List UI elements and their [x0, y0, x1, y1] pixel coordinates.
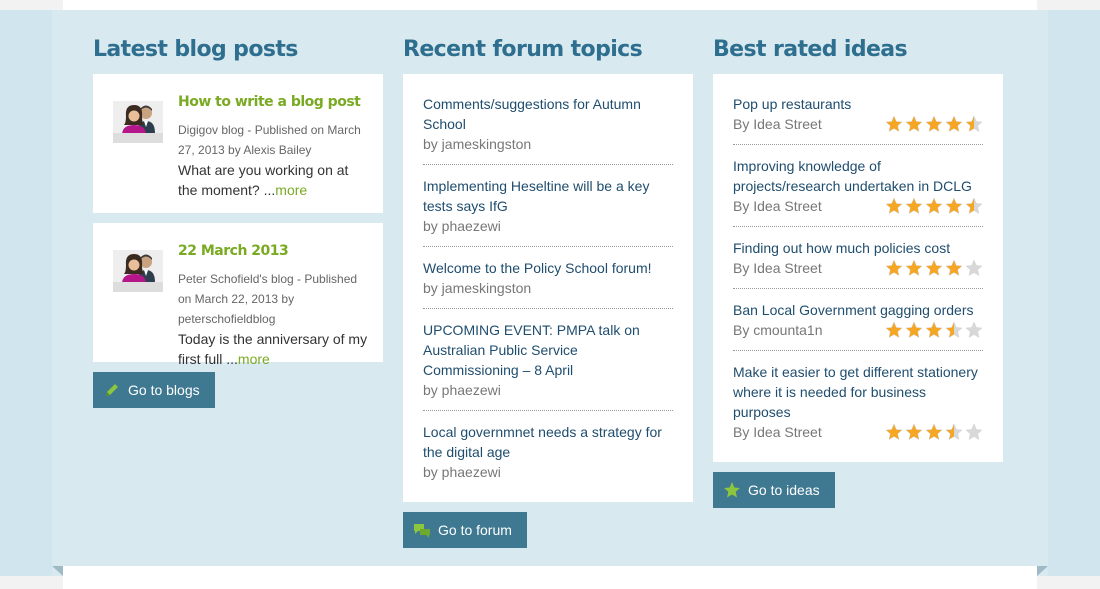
- forum-topics-list: Comments/suggestions for Autumn School b…: [403, 74, 693, 502]
- forum-topic-author: by phaezewi: [423, 382, 501, 398]
- blog-post-title-link[interactable]: How to write a blog post: [178, 92, 370, 112]
- band-fold-right: [1037, 566, 1048, 576]
- idea-item: Make it easier to get different statione…: [733, 362, 983, 452]
- star-half-icon: [945, 423, 963, 440]
- idea-author: By Idea Street: [733, 424, 822, 440]
- forum-topic-item: Local governmnet needs a strategy for th…: [423, 422, 673, 492]
- blog-post-title-link[interactable]: 22 March 2013: [178, 241, 370, 261]
- star-half-icon: [945, 321, 963, 338]
- star-full-icon: [905, 259, 923, 276]
- page-bottom-strip: [63, 566, 1037, 589]
- idea-item: Finding out how much policies cost By Id…: [733, 238, 983, 289]
- forum-heading: Recent forum topics: [403, 37, 643, 62]
- forum-topic-author: by phaezewi: [423, 218, 501, 234]
- go-to-blogs-button[interactable]: Go to blogs: [93, 372, 215, 408]
- band-edge-left: [0, 10, 52, 576]
- star-full-icon: [905, 197, 923, 214]
- forum-topic-item: Welcome to the Policy School forum! by j…: [423, 258, 673, 309]
- forum-topic-item: Implementing Heseltine will be a key tes…: [423, 176, 673, 247]
- star-full-icon: [925, 197, 943, 214]
- blogs-column: Latest blog posts How to write a blog po…: [93, 36, 383, 408]
- forum-topic-link[interactable]: Local governmnet needs a strategy for th…: [423, 422, 673, 462]
- star-full-icon: [885, 259, 903, 276]
- star-half-icon: [965, 197, 983, 214]
- go-to-blogs-label: Go to blogs: [128, 382, 200, 398]
- star-empty-icon: [965, 259, 983, 276]
- speech-bubbles-icon: [413, 521, 431, 539]
- page-top-strip: [63, 0, 1037, 10]
- star-rating: [885, 321, 983, 339]
- blog-post-meta: Digigov blog - Published on March 27, 20…: [178, 123, 361, 157]
- star-full-icon: [905, 115, 923, 132]
- star-full-icon: [925, 423, 943, 440]
- go-to-forum-label: Go to forum: [438, 522, 512, 538]
- users-avatar-icon: [113, 101, 163, 143]
- read-more-link[interactable]: more: [238, 351, 270, 367]
- idea-link[interactable]: Make it easier to get different statione…: [733, 362, 983, 422]
- forum-topic-item: Comments/suggestions for Autumn School b…: [423, 94, 673, 165]
- idea-item: Pop up restaurants By Idea Street: [733, 94, 983, 145]
- go-to-ideas-button[interactable]: Go to ideas: [713, 472, 835, 508]
- star-full-icon: [905, 321, 923, 338]
- blog-post-excerpt: Today is the anniversary of my first ful…: [178, 329, 370, 369]
- star-full-icon: [945, 259, 963, 276]
- blog-post-meta: Peter Schofield's blog - Published on Ma…: [178, 272, 358, 326]
- forum-topic-link[interactable]: Implementing Heseltine will be a key tes…: [423, 176, 673, 216]
- forum-topic-link[interactable]: UPCOMING EVENT: PMPA talk on Australian …: [423, 320, 673, 380]
- idea-author: By cmounta1n: [733, 322, 823, 338]
- forum-topic-link[interactable]: Comments/suggestions for Autumn School: [423, 94, 673, 134]
- idea-item: Improving knowledge of projects/research…: [733, 156, 983, 227]
- idea-link[interactable]: Ban Local Government gagging orders: [733, 300, 983, 320]
- forum-column: Recent forum topics Comments/suggestions…: [403, 36, 693, 548]
- users-avatar-icon: [113, 250, 163, 292]
- ideas-heading: Best rated ideas: [713, 37, 908, 62]
- read-more-link[interactable]: more: [275, 182, 307, 198]
- star-half-icon: [965, 115, 983, 132]
- ideas-column: Best rated ideas Pop up restaurants By I…: [713, 36, 1003, 508]
- idea-author: By Idea Street: [733, 260, 822, 276]
- idea-item: Ban Local Government gagging orders By c…: [733, 300, 983, 351]
- star-full-icon: [945, 197, 963, 214]
- idea-link[interactable]: Improving knowledge of projects/research…: [733, 156, 983, 196]
- star-rating: [885, 423, 983, 441]
- star-full-icon: [885, 321, 903, 338]
- forum-topic-author: by phaezewi: [423, 464, 501, 480]
- band-edge-right: [1048, 10, 1100, 576]
- star-icon: [723, 481, 741, 499]
- star-empty-icon: [965, 321, 983, 338]
- star-empty-icon: [965, 423, 983, 440]
- blog-post-card: How to write a blog post Digigov blog - …: [93, 74, 383, 213]
- star-full-icon: [885, 197, 903, 214]
- idea-author: By Idea Street: [733, 116, 822, 132]
- go-to-ideas-label: Go to ideas: [748, 482, 820, 498]
- star-full-icon: [885, 115, 903, 132]
- go-to-forum-button[interactable]: Go to forum: [403, 512, 527, 548]
- star-full-icon: [885, 423, 903, 440]
- star-full-icon: [945, 115, 963, 132]
- forum-topic-item: UPCOMING EVENT: PMPA talk on Australian …: [423, 320, 673, 411]
- star-full-icon: [925, 259, 943, 276]
- idea-author: By Idea Street: [733, 198, 822, 214]
- blog-post-excerpt-text: Today is the anniversary of my first ful…: [178, 331, 368, 367]
- star-full-icon: [925, 321, 943, 338]
- star-full-icon: [925, 115, 943, 132]
- forum-topic-author: by jameskingston: [423, 280, 532, 296]
- star-rating: [885, 197, 983, 215]
- star-rating: [885, 115, 983, 133]
- band-fold-left: [52, 566, 63, 576]
- ideas-list: Pop up restaurants By Idea Street Improv…: [713, 74, 1003, 462]
- pencil-icon: [103, 381, 121, 399]
- forum-topic-link[interactable]: Welcome to the Policy School forum!: [423, 258, 673, 278]
- idea-link[interactable]: Pop up restaurants: [733, 94, 983, 114]
- blog-post-excerpt: What are you working on at the moment? .…: [178, 160, 370, 200]
- blog-post-card: 22 March 2013 Peter Schofield's blog - P…: [93, 223, 383, 367]
- star-rating: [885, 259, 983, 277]
- idea-link[interactable]: Finding out how much policies cost: [733, 238, 983, 258]
- forum-topic-author: by jameskingston: [423, 136, 532, 152]
- blog-post-excerpt-text: What are you working on at the moment? .…: [178, 162, 349, 198]
- star-full-icon: [905, 423, 923, 440]
- blogs-heading: Latest blog posts: [93, 37, 298, 62]
